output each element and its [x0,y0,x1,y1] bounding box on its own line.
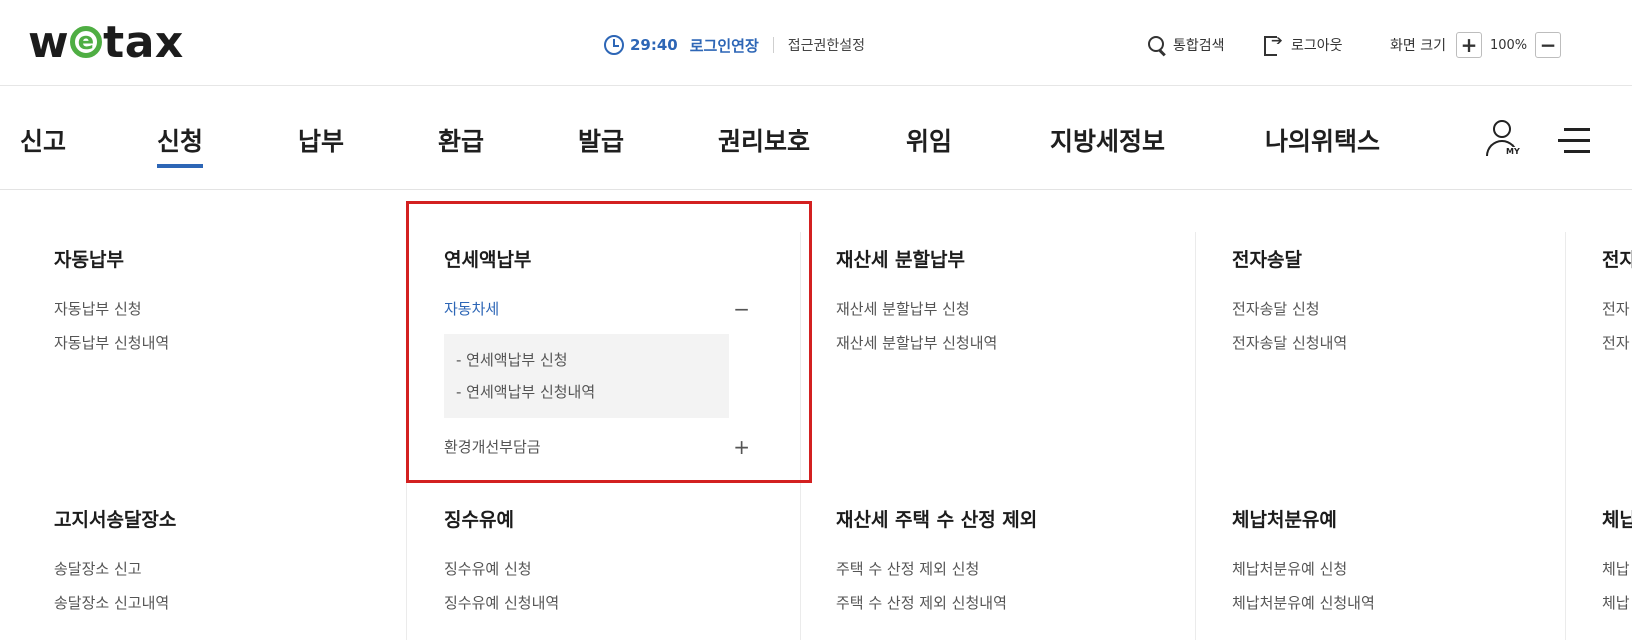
logo-e-mark: e [70,26,103,58]
group-title: 전자 [1602,249,1632,271]
menu-group-partial-right: 전자 전자 전자 [1602,245,1632,360]
group-title: 고지서송달장소 [54,509,177,531]
menu-group-delinquency-deferral: 체납처분유예 체납처분유예 신청 체납처분유예 신청내역 [1232,505,1375,620]
zoom-in-button[interactable]: + [1455,32,1482,58]
menu-icon-line [1564,128,1590,131]
menu-link[interactable]: 재산세 분할납부 신청 [836,292,997,326]
menu-link[interactable]: 체납처분유예 신청내역 [1232,586,1375,620]
menu-link[interactable]: 송달장소 신고내역 [54,586,176,620]
nav-item-rights[interactable]: 권리보호 [718,122,810,158]
logout-link[interactable]: 로그아웃 [1264,30,1343,60]
zoom-value: 100% [1489,37,1528,53]
menu-link[interactable]: 전자송달 신청 [1232,292,1347,326]
submenu-label: 환경개선부담금 [444,438,541,456]
session-time: 29:40 [630,36,678,54]
column-divider [800,232,801,640]
menu-link[interactable]: 주택 수 산정 제외 신청 [836,552,1037,586]
submenu-link[interactable]: - 연세액납부 신청 [456,344,717,376]
session-timer: 29:40 로그인연장 접근권한설정 [604,32,865,58]
menu-link[interactable]: 전자 [1602,292,1632,326]
menu-group-partial-right: 체납 체납 체납 [1602,505,1632,620]
menu-group-annual-pay: 연세액납부 자동차세 − - 연세액납부 신청 - 연세액납부 신청내역 환경개… [444,245,756,464]
menu-link[interactable]: 체납처분유예 신청 [1232,552,1375,586]
expand-icon[interactable]: + [733,430,750,464]
nav-item-report[interactable]: 신고 [20,122,66,158]
my-icon-head [1493,120,1511,138]
group-title: 체납 [1602,509,1632,531]
menu-group-auto-pay: 자동납부 자동납부 신청 자동납부 신청내역 [54,245,169,360]
menu-group-house-count-exclusion: 재산세 주택 수 산정 제외 주택 수 산정 제외 신청 주택 수 산정 제외 … [836,505,1037,620]
nav-item-apply[interactable]: 신청 [157,122,204,168]
nav-item-my-wetax[interactable]: 나의위택스 [1265,122,1380,158]
main-navigation: 신고 신청 납부 환급 발급 권리보호 위임 지방세정보 나의위택스 [0,86,1632,190]
menu-icon-line [1558,139,1590,142]
my-icon-label: MY [1505,147,1521,156]
submenu-panel: - 연세액납부 신청 - 연세액납부 신청내역 [444,334,729,418]
logout-icon [1264,33,1284,56]
group-title: 전자송달 [1232,249,1302,271]
menu-link[interactable]: 송달장소 신고 [54,552,176,586]
clock-icon [604,35,624,55]
collapse-icon[interactable]: − [733,292,750,326]
login-extend-link[interactable]: 로그인연장 [690,35,759,56]
zoom-out-button[interactable]: − [1535,32,1562,58]
zoom-label: 화면 크기 [1390,38,1446,54]
nav-item-refund[interactable]: 환급 [438,122,484,158]
divider [772,37,774,53]
menu-link[interactable]: 자동납부 신청내역 [54,326,169,360]
logo-w: w [28,16,70,68]
menu-link[interactable]: 전자 [1602,326,1632,360]
menu-group-delivery-place: 고지서송달장소 송달장소 신고 송달장소 신고내역 [54,505,176,620]
submenu-environment-charge[interactable]: 환경개선부담금 + [444,430,756,464]
logout-label: 로그아웃 [1291,38,1343,54]
access-settings-link[interactable]: 접근권한설정 [788,35,865,55]
zoom-control: 화면 크기 + 100% − [1390,30,1562,60]
column-divider [406,232,407,640]
group-title: 연세액납부 [444,249,532,271]
submenu-link[interactable]: - 연세액납부 신청내역 [456,376,717,408]
top-utility-bar: wetax 29:40 로그인연장 접근권한설정 통합검색 로그아웃 화면 크기… [0,0,1632,86]
menu-group-e-delivery: 전자송달 전자송달 신청 전자송달 신청내역 [1232,245,1347,360]
logo-tax: tax [103,16,184,68]
menu-link[interactable]: 체납 [1602,586,1632,620]
nav-item-delegation[interactable]: 위임 [906,122,952,158]
menu-link[interactable]: 자동납부 신청 [54,292,169,326]
group-title: 재산세 분할납부 [836,249,965,271]
hamburger-menu-icon[interactable] [1558,126,1592,154]
search-label: 통합검색 [1173,38,1225,54]
menu-icon-line [1564,150,1590,153]
group-title: 체납처분유예 [1232,509,1337,531]
my-page-icon[interactable]: MY [1484,120,1524,160]
submenu-car-tax[interactable]: 자동차세 − [444,292,756,326]
menu-link[interactable]: 징수유예 신청내역 [444,586,559,620]
menu-link[interactable]: 징수유예 신청 [444,552,559,586]
column-divider [1565,232,1566,640]
menu-link[interactable]: 체납 [1602,552,1632,586]
group-title: 자동납부 [54,249,124,271]
menu-group-collection-deferral: 징수유예 징수유예 신청 징수유예 신청내역 [444,505,559,620]
group-title: 징수유예 [444,509,514,531]
nav-item-issue[interactable]: 발급 [578,122,624,158]
group-title: 재산세 주택 수 산정 제외 [836,509,1038,531]
wetax-logo[interactable]: w e tax [28,14,184,70]
search-link[interactable]: 통합검색 [1148,30,1225,60]
submenu-label: 자동차세 [444,300,500,318]
menu-link[interactable]: 주택 수 산정 제외 신청내역 [836,586,1037,620]
menu-link[interactable]: 전자송달 신청내역 [1232,326,1347,360]
nav-item-pay[interactable]: 납부 [298,122,344,158]
menu-group-property-installment: 재산세 분할납부 재산세 분할납부 신청 재산세 분할납부 신청내역 [836,245,997,360]
menu-link[interactable]: 재산세 분할납부 신청내역 [836,326,997,360]
search-icon [1148,36,1166,54]
nav-item-local-tax-info[interactable]: 지방세정보 [1050,122,1165,158]
column-divider [1195,232,1196,640]
